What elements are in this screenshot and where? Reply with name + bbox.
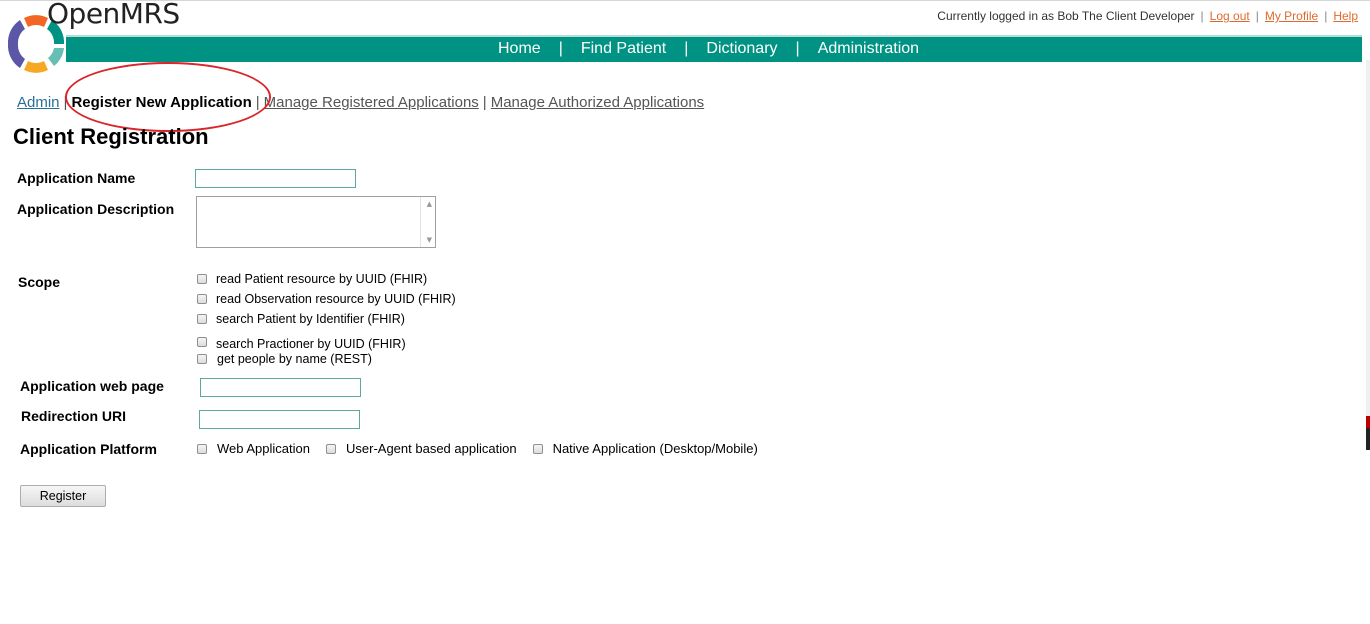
logout-link[interactable]: Log out xyxy=(1210,9,1250,23)
application-name-label: Application Name xyxy=(17,170,136,186)
user-bar: Currently logged in as Bob The Client De… xyxy=(937,9,1358,23)
checkbox[interactable] xyxy=(532,443,543,454)
platform-user-agent[interactable]: User-Agent based application xyxy=(326,441,517,456)
checkbox[interactable] xyxy=(197,443,207,454)
checkbox[interactable] xyxy=(197,314,207,324)
scope-option[interactable]: search Practioner by UUID (FHIR) xyxy=(197,333,406,351)
application-description-label: Application Description xyxy=(17,201,175,217)
scope-option[interactable]: get people by name (REST) xyxy=(197,352,372,366)
breadcrumb-manage-authorized[interactable]: Manage Authorized Applications xyxy=(491,94,704,111)
platform-web-application[interactable]: Web Application xyxy=(197,441,310,456)
application-web-page-label: Application web page xyxy=(20,378,164,394)
breadcrumb-admin[interactable]: Admin xyxy=(17,94,60,111)
top-border xyxy=(0,0,1370,1)
scroll-down-icon[interactable]: ▼ xyxy=(427,236,432,244)
logo-text: OpenMRS xyxy=(47,0,180,30)
checkbox[interactable] xyxy=(197,354,207,364)
nav-find-patient[interactable]: Find Patient xyxy=(581,40,666,58)
scope-option[interactable]: read Observation resource by UUID (FHIR) xyxy=(197,292,456,306)
scroll-up-icon[interactable]: ▲ xyxy=(427,200,432,208)
application-platform-label: Application Platform xyxy=(20,441,157,457)
scope-option[interactable]: search Patient by Identifier (FHIR) xyxy=(197,312,405,326)
checkbox[interactable] xyxy=(197,294,207,304)
redirection-uri-input[interactable] xyxy=(199,410,360,429)
checkbox[interactable] xyxy=(326,443,336,454)
scope-option[interactable]: read Patient resource by UUID (FHIR) xyxy=(197,272,427,286)
nav-administration[interactable]: Administration xyxy=(818,40,919,58)
scope-label: Scope xyxy=(18,274,61,290)
nav-home[interactable]: Home xyxy=(498,40,541,58)
redirection-uri-label: Redirection URI xyxy=(21,408,127,424)
checkbox[interactable] xyxy=(197,337,207,347)
breadcrumb-manage-registered[interactable]: Manage Registered Applications xyxy=(264,94,479,111)
application-description-textarea[interactable]: ▲ ▼ xyxy=(196,196,436,248)
help-link[interactable]: Help xyxy=(1333,9,1358,23)
application-name-input[interactable] xyxy=(195,169,356,188)
annotation-circle xyxy=(65,62,271,132)
main-navigation: Home | Find Patient | Dictionary | Admin… xyxy=(66,35,1362,62)
window-scrollbar[interactable] xyxy=(1366,60,1370,450)
page-title: Client Registration xyxy=(13,124,209,149)
platform-options: Web Application User-Agent based applica… xyxy=(197,441,774,456)
application-web-page-input[interactable] xyxy=(200,378,361,397)
platform-native[interactable]: Native Application (Desktop/Mobile) xyxy=(532,441,758,456)
register-button[interactable]: Register xyxy=(20,485,106,507)
my-profile-link[interactable]: My Profile xyxy=(1265,9,1318,23)
checkbox[interactable] xyxy=(197,274,207,284)
logged-in-text: Currently logged in as Bob The Client De… xyxy=(937,9,1195,23)
nav-dictionary[interactable]: Dictionary xyxy=(706,40,777,58)
